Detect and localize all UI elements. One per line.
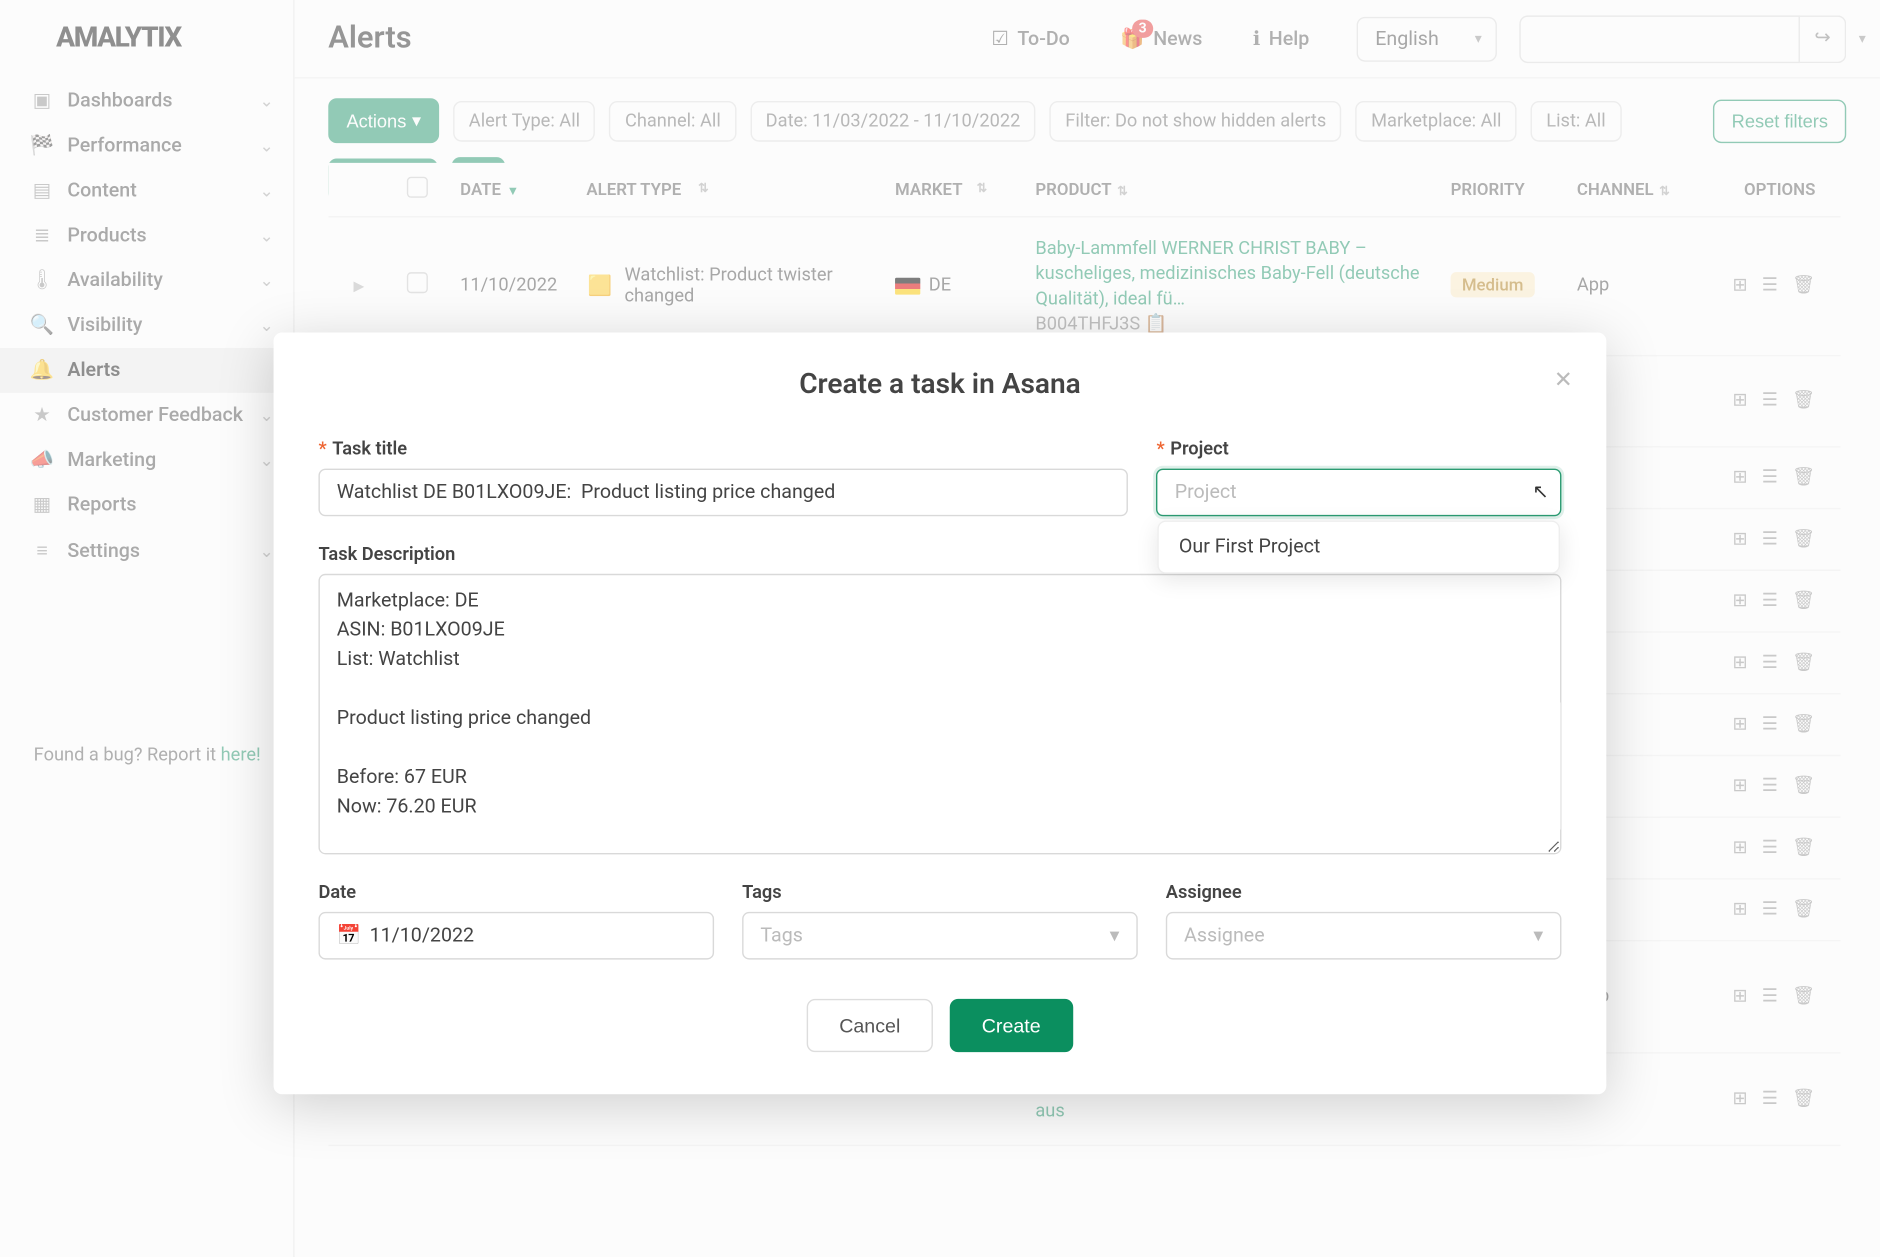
chevron-down-icon: ▾	[1110, 925, 1120, 947]
assignee-label: Assignee	[1166, 882, 1562, 903]
date-input[interactable]: 📅11/10/2022	[318, 912, 714, 960]
cursor-icon: ↖	[1532, 481, 1548, 503]
project-placeholder: Project	[1175, 481, 1237, 503]
task-title-input[interactable]	[318, 469, 1128, 517]
close-button[interactable]: ✕	[1554, 366, 1573, 393]
project-dropdown: Our First Project	[1158, 520, 1560, 573]
tags-label: Tags	[742, 882, 1138, 903]
description-textarea[interactable]	[318, 574, 1561, 855]
project-select[interactable]: Project ↖ Our First Project	[1156, 469, 1561, 517]
modal-footer: Cancel Create	[318, 999, 1561, 1052]
create-button[interactable]: Create	[949, 999, 1072, 1052]
chevron-down-icon: ▾	[1533, 925, 1543, 947]
close-icon: ✕	[1554, 366, 1573, 393]
project-option[interactable]: Our First Project	[1159, 522, 1558, 573]
tags-input[interactable]: Tags▾	[742, 912, 1138, 960]
create-task-modal: Create a task in Asana ✕ *Task title *Pr…	[274, 332, 1607, 1094]
modal-title: Create a task in Asana	[318, 366, 1561, 400]
calendar-icon: 📅	[337, 925, 361, 947]
date-label: Date	[318, 882, 714, 903]
project-label: *Project	[1156, 439, 1561, 460]
cancel-button[interactable]: Cancel	[807, 999, 933, 1052]
assignee-input[interactable]: Assignee▾	[1166, 912, 1562, 960]
task-title-label: *Task title	[318, 439, 1128, 460]
